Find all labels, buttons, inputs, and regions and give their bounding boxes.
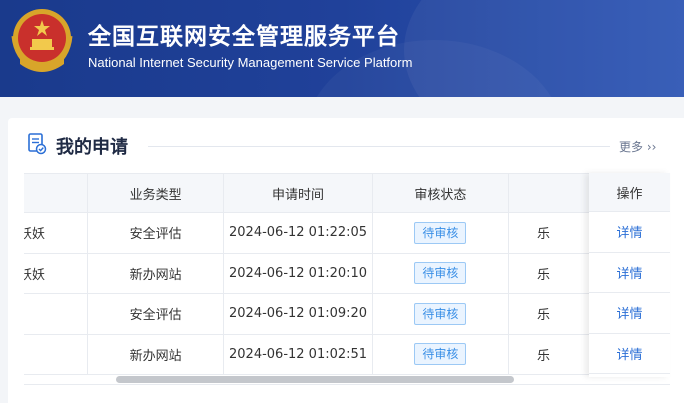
status-badge: 待审核 [414,302,467,325]
business-type: 安全评估 [87,293,225,335]
applicant-name[interactable] [24,293,89,335]
business-type: 新办网站 [87,252,225,294]
applications-grid: 业务类型 申请时间 审核状态 妖妖 安全评估 2024-06-12 01:22:… [24,173,618,375]
table-row: 妖妖 安全评估 2024-06-12 01:22:05 待审核 乐 [24,212,618,254]
national-emblem-icon [11,9,73,72]
applicant-name: 妖妖 [24,252,89,294]
applicant-name[interactable] [24,333,89,375]
status-badge: 待审核 [414,262,467,285]
my-applications-panel: 我的申请 更多 ›› 业务类型 申请时间 审核状态 妖妖 安全评估 [8,118,684,403]
review-status: 待审核 [371,212,510,254]
table-row: 新办网站 2024-06-12 01:02:51 待审核 乐 [24,333,618,375]
status-badge: 待审核 [414,221,467,244]
review-status: 待审核 [371,252,510,294]
apply-time: 2024-06-12 01:02:51 [223,333,373,375]
table-header-row: 业务类型 申请时间 审核状态 [24,173,618,213]
table-row: 安全评估 2024-06-12 01:09:20 待审核 乐 [24,293,618,335]
section-title: 我的申请 [56,137,128,158]
business-type: 安全评估 [87,212,225,254]
site-title: 全国互联网安全管理服务平台 [88,24,400,50]
apply-time: 2024-06-12 01:20:10 [223,252,373,294]
section-header: 我的申请 更多 ›› [8,118,684,160]
apply-time: 2024-06-12 01:22:05 [223,212,373,254]
apply-time: 2024-06-12 01:09:20 [223,293,373,335]
column-header-review-status: 审核状态 [371,173,510,213]
details-link[interactable]: 详情 [589,212,670,253]
column-header-actions: 操作 [589,173,670,212]
section-divider [148,146,610,147]
column-header-apply-time: 申请时间 [223,173,373,213]
details-link[interactable]: 详情 [589,334,670,374]
business-type: 新办网站 [87,333,225,375]
scrollbar-thumb[interactable] [116,376,514,383]
horizontal-scrollbar[interactable] [24,376,670,384]
details-link[interactable]: 详情 [589,253,670,293]
review-status: 待审核 [371,293,510,335]
more-link[interactable]: 更多 ›› [619,138,656,155]
site-subtitle: National Internet Security Management Se… [88,55,413,70]
column-header-business-type: 业务类型 [87,173,225,213]
status-badge: 待审核 [414,343,467,366]
document-icon [28,133,47,155]
review-status: 待审核 [371,333,510,375]
table-bottom-border [24,384,670,385]
column-header [24,173,89,213]
action-column: 操作 详情 详情 详情 详情 [589,173,670,377]
applicant-name: 妖妖 [24,212,89,254]
site-header: 全国互联网安全管理服务平台 National Internet Security… [0,0,684,97]
table-row: 妖妖 新办网站 2024-06-12 01:20:10 待审核 乐 [24,252,618,294]
details-link[interactable]: 详情 [589,293,670,334]
applications-table: 业务类型 申请时间 审核状态 妖妖 安全评估 2024-06-12 01:22:… [24,173,662,383]
